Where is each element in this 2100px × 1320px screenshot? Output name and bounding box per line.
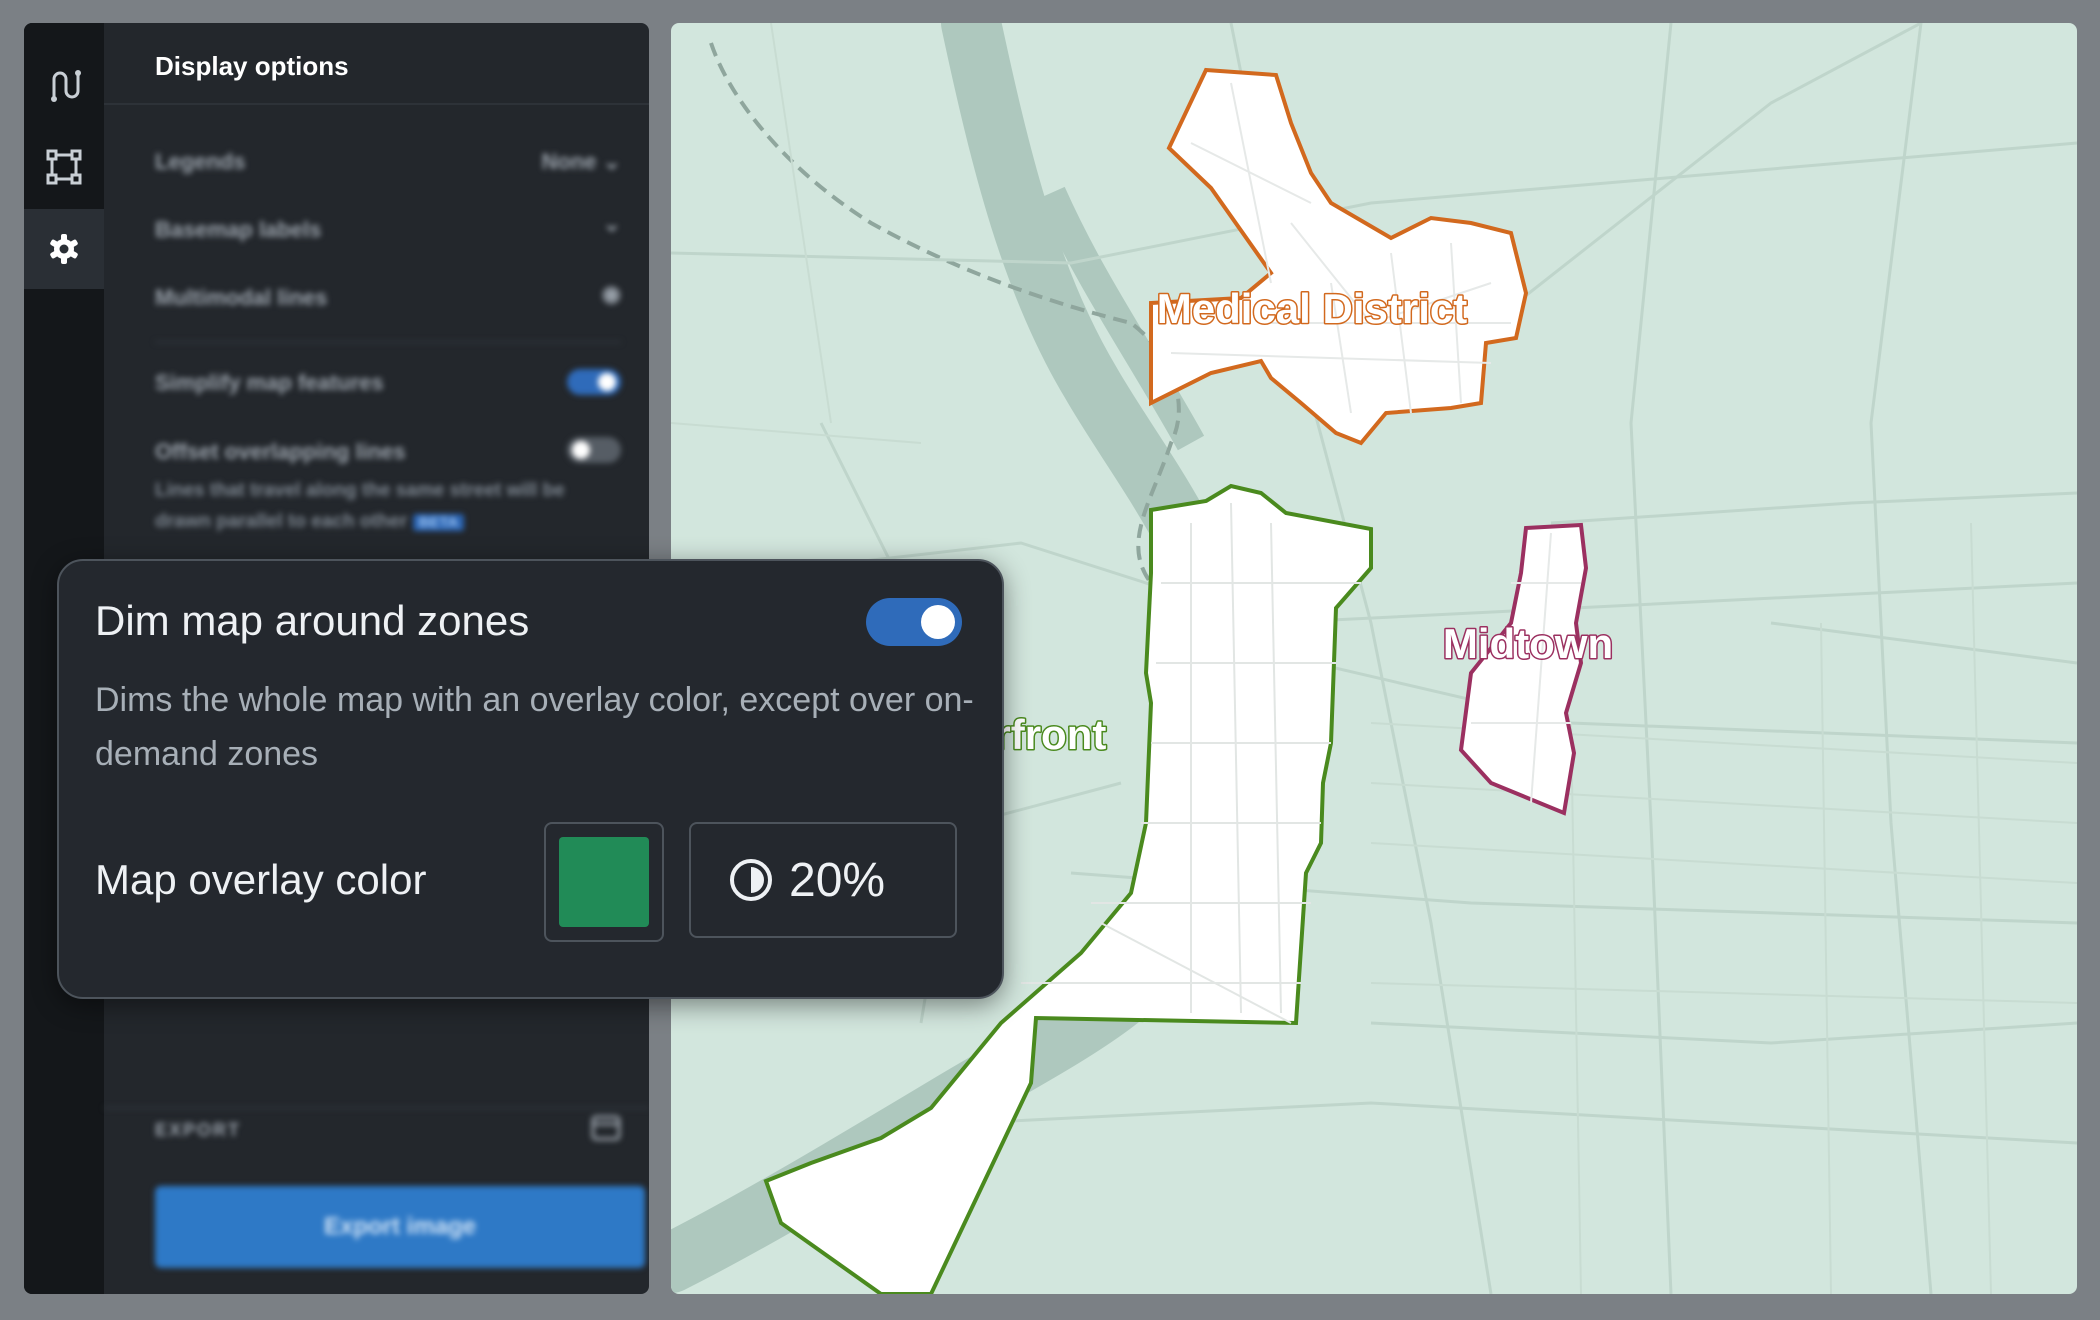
beta-badge: BETA: [412, 514, 465, 531]
rail-zones-button[interactable]: [24, 127, 104, 207]
multimodal-lines-label: Multimodal lines: [155, 285, 328, 310]
options-divider: [155, 341, 621, 343]
legends-select-value: None: [541, 149, 597, 174]
dim-map-popover: Dim map around zones Dims the whole map …: [57, 559, 1004, 999]
rail-settings-button[interactable]: [24, 209, 104, 289]
zone-outline: [1149, 67, 1529, 446]
overlay-color-picker[interactable]: [544, 822, 664, 942]
panel-title: Display options: [155, 51, 349, 81]
toggle-knob: [921, 605, 955, 639]
route-icon: [51, 70, 81, 102]
dim-map-toggle[interactable]: [866, 598, 962, 646]
header-divider: [104, 103, 649, 105]
offset-lines-label: Offset overlapping lines: [155, 439, 406, 464]
export-image-button[interactable]: Export image: [155, 1186, 645, 1268]
export-divider: [104, 1107, 649, 1109]
basemap-labels-chevron-icon[interactable]: ⌄: [603, 211, 621, 237]
zone-label-midtown: Midtown: [1443, 620, 1613, 667]
legends-select[interactable]: None ⌄: [541, 149, 621, 175]
opacity-icon: [730, 859, 772, 901]
overlay-color-swatch: [559, 837, 649, 927]
simplify-toggle[interactable]: [567, 369, 621, 395]
zone-outline: [1458, 522, 1589, 816]
rail-routes-button[interactable]: [24, 45, 104, 125]
overlay-color-label: Map overlay color: [95, 856, 427, 903]
offset-note-text: Lines that travel along the same street …: [155, 480, 565, 532]
dim-map-description: Dims the whole map with an overlay color…: [95, 681, 974, 773]
gear-icon: [50, 234, 78, 264]
dim-map-title: Dim map around zones: [95, 597, 530, 644]
overlay-opacity-value: 20%: [789, 853, 886, 907]
offset-lines-toggle[interactable]: [567, 437, 621, 463]
zone-medical-district[interactable]: [1149, 67, 1529, 446]
basemap-labels-label: Basemap labels: [155, 217, 322, 242]
zone-shape-icon: [46, 149, 82, 185]
legends-label: Legends: [155, 149, 246, 174]
overlay-opacity-input[interactable]: 20%: [689, 822, 957, 938]
offset-lines-note: Lines that travel along the same street …: [155, 475, 595, 538]
zone-midtown[interactable]: [1458, 522, 1589, 816]
window-icon[interactable]: [591, 1115, 621, 1146]
simplify-label: Simplify map features: [155, 370, 384, 395]
chevron-down-icon: ⌄: [602, 149, 621, 174]
zone-label-medical-district: Medical District: [1157, 285, 1467, 332]
export-section-label: EXPORT: [155, 1120, 242, 1140]
eye-icon[interactable]: ◉: [602, 281, 621, 307]
